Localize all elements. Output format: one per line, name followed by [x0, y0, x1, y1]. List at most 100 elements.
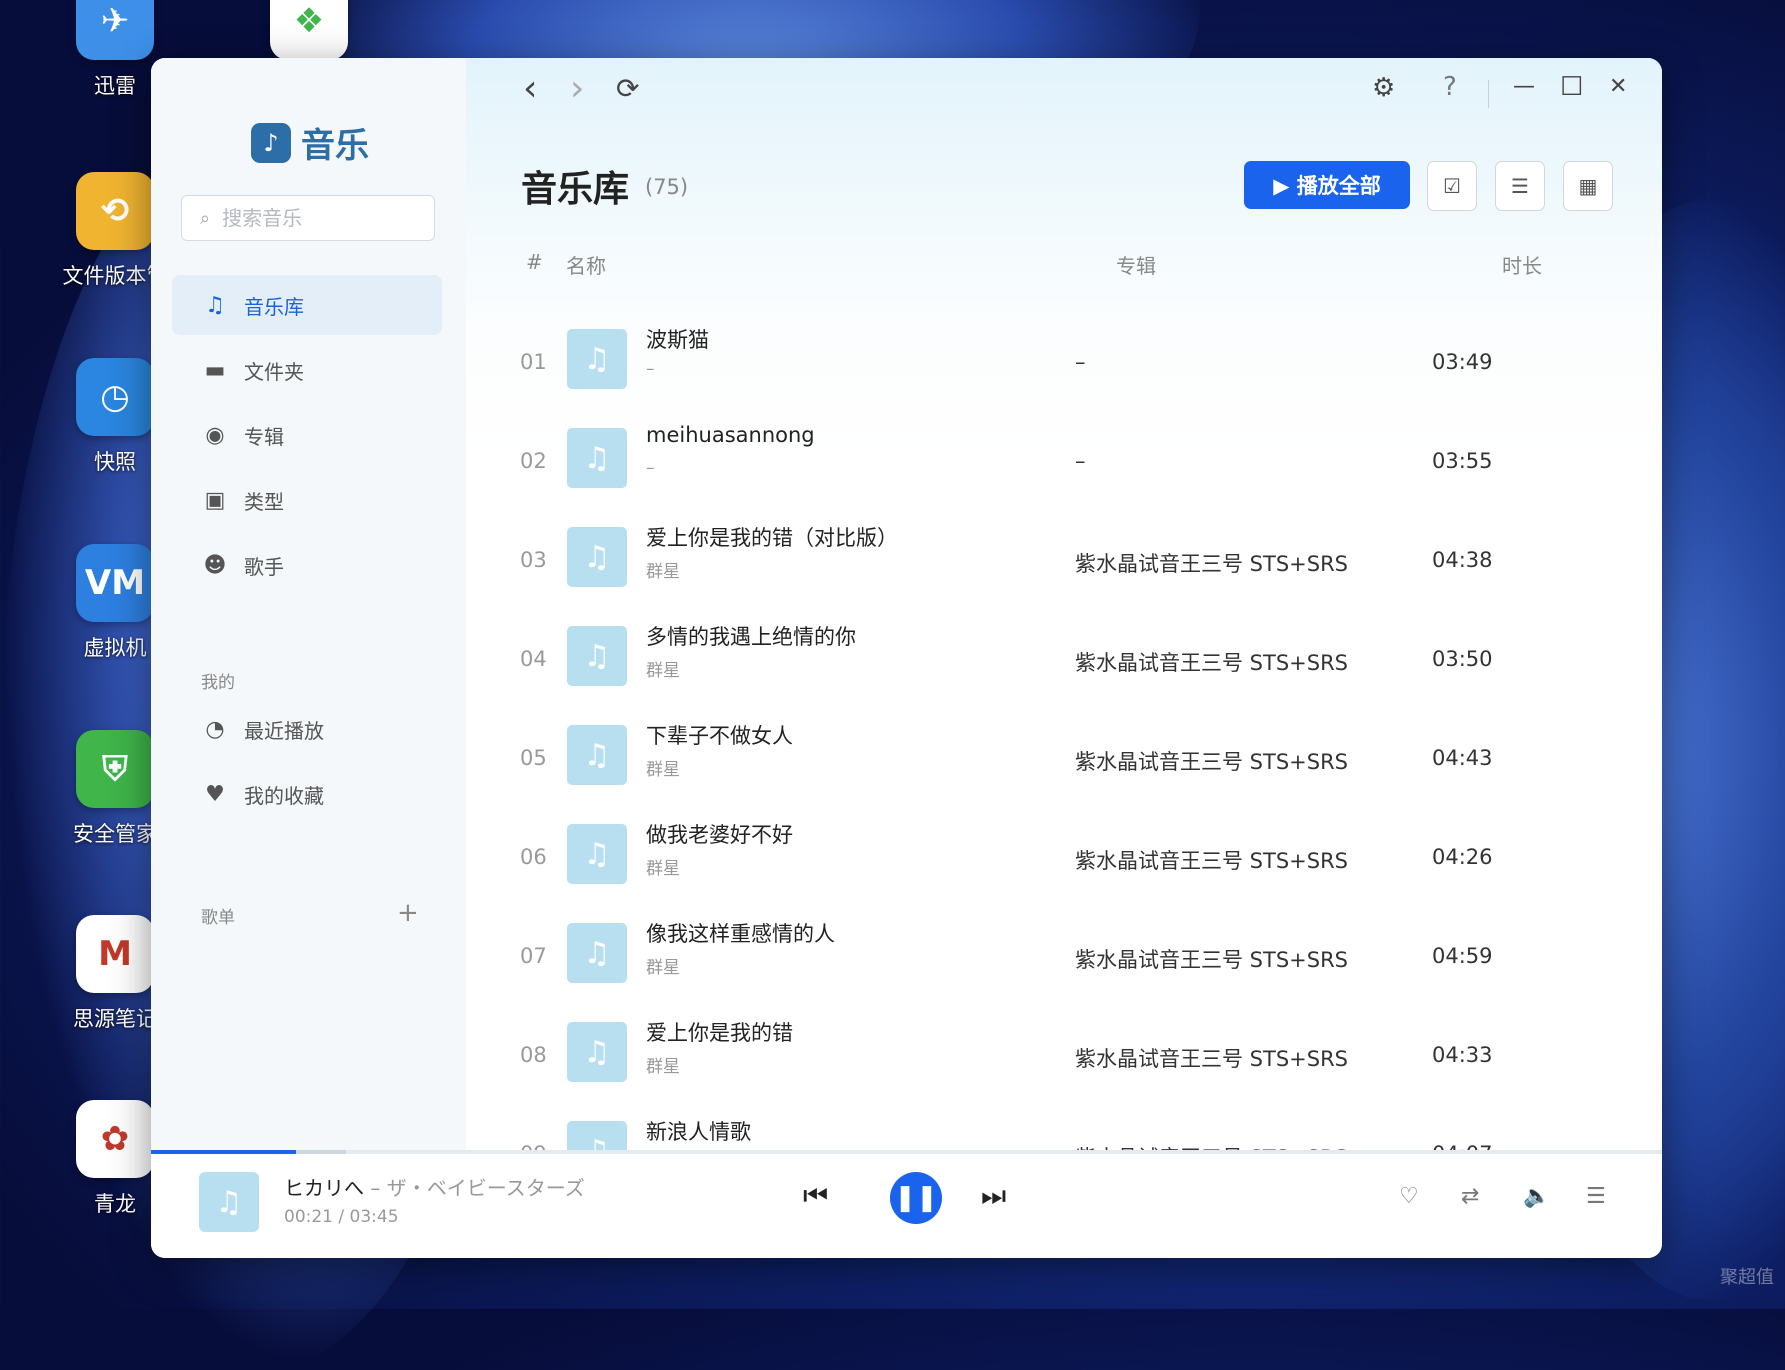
- track-album: –: [1075, 350, 1086, 374]
- track-artist: 群星: [646, 1057, 680, 1077]
- playlist-section-label: 歌单: [201, 908, 235, 928]
- refresh-button[interactable]: ⟳: [616, 72, 639, 105]
- music-logo-icon: ♪: [251, 122, 291, 163]
- track-artist: 群星: [646, 562, 680, 582]
- settings-button[interactable]: ⚙: [1372, 73, 1395, 103]
- track-album: 紫水晶试音王三号 STS+SRS: [1075, 948, 1349, 972]
- track-number: 03: [520, 548, 547, 572]
- sidebar-mine-item[interactable]: ◔ 最近播放: [172, 699, 442, 759]
- maximize-button[interactable]: ☐: [1560, 72, 1583, 102]
- track-duration: 03:50: [1432, 647, 1493, 671]
- track-number: 01: [520, 350, 547, 374]
- next-button[interactable]: ⏭: [981, 1179, 1006, 1213]
- track-art-icon: ♫: [567, 626, 627, 686]
- track-title: 多情的我遇上绝情的你: [646, 625, 856, 649]
- select-button[interactable]: ☑: [1427, 161, 1477, 211]
- header-album: 专辑: [1116, 254, 1156, 278]
- page-title: 音乐库: [521, 169, 630, 210]
- back-button[interactable]: ‹: [523, 68, 537, 109]
- folder-icon: ▬: [204, 357, 226, 383]
- queue-button[interactable]: ☰: [1586, 1184, 1606, 1209]
- sidebar-item[interactable]: ▬ 文件夹: [172, 340, 442, 400]
- play-all-button[interactable]: ▶ 播放全部: [1244, 161, 1410, 209]
- desktop-app-icon: ✈: [76, 0, 154, 60]
- table-row[interactable]: 09♫新浪人情歌群星紫水晶试音王三号 STS+SRS04:07: [466, 1104, 1662, 1150]
- track-duration: 04:43: [1432, 746, 1493, 770]
- watermark: 聚超值: [1720, 1267, 1774, 1288]
- checkbox-icon: ☑: [1443, 174, 1461, 198]
- desktop-app-icon: M: [76, 915, 154, 993]
- table-row[interactable]: 03 ♫ 爱上你是我的错（对比版） 群星 紫水晶试音王三号 STS+SRS 04:38: [466, 510, 1662, 609]
- sidebar-item[interactable]: ♫ 音乐库: [172, 275, 442, 335]
- now-playing-art[interactable]: ♫: [199, 1172, 259, 1232]
- track-duration: 03:55: [1432, 449, 1493, 473]
- desktop-icon[interactable]: ❖: [234, 0, 384, 60]
- table-row[interactable]: 07 ♫ 像我这样重感情的人 群星 紫水晶试音王三号 STS+SRS 04:59: [466, 906, 1662, 1005]
- sidebar-item-label: 最近播放: [244, 718, 324, 743]
- sidebar-item-label: 专辑: [244, 424, 284, 449]
- pause-button[interactable]: ❚❚: [890, 1172, 942, 1224]
- track-artist: 群星: [646, 661, 680, 681]
- genre-icon: ▣: [204, 487, 226, 513]
- track-artist: –: [646, 359, 655, 379]
- track-duration: 04:07: [1432, 1142, 1493, 1150]
- help-button[interactable]: ?: [1443, 72, 1457, 102]
- desktop-app-icon: ⟲: [76, 172, 154, 250]
- search-input[interactable]: [220, 205, 415, 231]
- sidebar-item-label: 类型: [244, 489, 284, 514]
- table-row[interactable]: 06 ♫ 做我老婆好不好 群星 紫水晶试音王三号 STS+SRS 04:26: [466, 807, 1662, 906]
- singer-icon: ☻: [203, 552, 227, 578]
- track-album: 紫水晶试音王三号 STS+SRS: [1075, 1047, 1349, 1071]
- mine-section-label: 我的: [201, 673, 235, 693]
- progress-fill: [151, 1150, 297, 1154]
- search-box[interactable]: ⌕: [181, 195, 435, 241]
- table-row[interactable]: 04 ♫ 多情的我遇上绝情的你 群星 紫水晶试音王三号 STS+SRS 03:50: [466, 609, 1662, 708]
- track-album: –: [1075, 449, 1086, 473]
- app-name: 音乐: [301, 126, 369, 166]
- table-row[interactable]: 05 ♫ 下辈子不做女人 群星 紫水晶试音王三号 STS+SRS 04:43: [466, 708, 1662, 807]
- table-row[interactable]: 01 ♫ 波斯猫 – – 03:49: [466, 312, 1662, 411]
- sidebar-mine-item[interactable]: ♥ 我的收藏: [172, 764, 442, 824]
- sidebar-item[interactable]: ☻ 歌手: [172, 535, 442, 595]
- app-logo: ♪ 音乐: [251, 118, 369, 167]
- close-button[interactable]: ✕: [1609, 74, 1627, 99]
- music-app-window: ♪ 音乐 ⌕ ♫ 音乐库 ▬ 文件夹 ◉ 专辑 ▣ 类型 ☻ 歌手 我的 ◔ 最近播放 ♥ 我的收藏 歌…: [151, 58, 1662, 1258]
- repeat-button[interactable]: ⇄: [1461, 1184, 1479, 1209]
- sidebar-item-label: 我的收藏: [244, 783, 324, 808]
- recent-icon: ◔: [205, 716, 225, 742]
- track-title: meihuasannong: [646, 423, 815, 447]
- minimize-button[interactable]: —: [1513, 74, 1535, 99]
- music-note-icon: ♫: [205, 292, 225, 318]
- sort-button[interactable]: ☰: [1495, 161, 1545, 211]
- track-number: 09: [520, 1142, 547, 1150]
- add-playlist-button[interactable]: +: [397, 898, 419, 928]
- track-title: 爱上你是我的错: [646, 1021, 793, 1045]
- track-number: 05: [520, 746, 547, 770]
- grid-view-button[interactable]: ▦: [1563, 161, 1613, 211]
- desktop-app-icon: VM: [76, 544, 154, 622]
- desktop-app-icon: ⛨: [76, 730, 154, 808]
- track-album: 紫水晶试音王三号 STS+SRS: [1075, 849, 1349, 873]
- album-disc-icon: ◉: [205, 422, 225, 448]
- like-button[interactable]: ♡: [1399, 1184, 1419, 1209]
- table-row[interactable]: 08 ♫ 爱上你是我的错 群星 紫水晶试音王三号 STS+SRS 04:33: [466, 1005, 1662, 1104]
- main-panel: ‹ › ⟳ ⚙ ? — ☐ ✕ 音乐库 (75) ▶ 播放全部 ☑ ☰ ▦ # …: [466, 58, 1662, 1150]
- desktop-app-icon: ✿: [76, 1100, 154, 1178]
- track-title: 下辈子不做女人: [646, 724, 793, 748]
- progress-track[interactable]: [151, 1150, 1662, 1154]
- track-title: 波斯猫: [646, 328, 709, 352]
- sidebar: ♪ 音乐 ⌕ ♫ 音乐库 ▬ 文件夹 ◉ 专辑 ▣ 类型 ☻ 歌手 我的 ◔ 最近播放 ♥ 我的收藏 歌…: [151, 58, 466, 1150]
- track-artist: 群星: [646, 859, 680, 879]
- sidebar-item[interactable]: ▣ 类型: [172, 470, 442, 530]
- desktop-app-icon: ◷: [76, 358, 154, 436]
- time-separator: /: [333, 1207, 350, 1227]
- volume-button[interactable]: 🔈: [1523, 1184, 1550, 1209]
- header-num: #: [526, 250, 543, 274]
- forward-button[interactable]: ›: [570, 68, 584, 109]
- track-art-icon: ♫: [567, 1121, 627, 1150]
- table-row[interactable]: 02 ♫ meihuasannong – – 03:55: [466, 411, 1662, 510]
- titlebar-divider: [1488, 80, 1489, 108]
- sidebar-item[interactable]: ◉ 专辑: [172, 405, 442, 465]
- previous-button[interactable]: ⏮: [803, 1179, 828, 1213]
- track-number: 02: [520, 449, 547, 473]
